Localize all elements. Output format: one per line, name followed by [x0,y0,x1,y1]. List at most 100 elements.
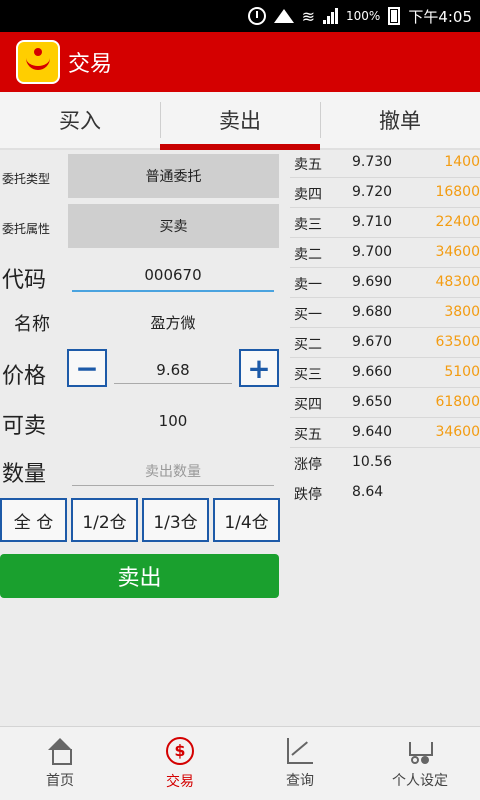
price-label: 价格 [2,364,47,389]
sellable-value: 100 [158,412,188,430]
quote-name: 买一 [294,307,322,323]
quote-name: 卖一 [294,277,322,293]
quote-volume: 48300 [435,274,480,290]
quote-volume: 1400 [444,154,480,170]
quote-row: 买三 9.660 5100 [290,358,480,388]
quote-row: 买四 9.650 61800 [290,388,480,418]
battery-percent: 100% [346,9,381,23]
order-attr-label: 委托属性 [2,222,51,236]
quote-name: 卖五 [294,157,322,173]
price-value: 9.68 [156,361,190,379]
nav-query[interactable]: 查询 [240,727,360,800]
quote-name: 卖三 [294,217,322,233]
quote-row: 卖一 9.690 48300 [290,268,480,298]
app-header: 交易 [0,32,480,92]
signal-icon [323,8,338,24]
position-quarter-button[interactable]: 1/4仓 [213,498,280,542]
cart-icon [405,738,435,764]
nav-trade[interactable]: $ 交易 [120,727,240,800]
order-attr-select[interactable]: 买卖 [68,204,279,248]
order-type-label: 委托类型 [2,172,51,186]
position-full-button[interactable]: 全 仓 [0,498,67,542]
stock-name: 盈方微 [150,314,196,332]
nav-home-label: 首页 [46,772,74,789]
image-icon [273,9,294,23]
app-logo-icon [16,40,60,84]
quote-name: 卖二 [294,247,322,263]
tab-buy[interactable]: 买入 [0,92,160,148]
quote-price: 9.700 [352,244,393,260]
quote-price: 9.650 [352,394,393,410]
quote-volume: 63500 [435,334,480,350]
wifi-icon: ≋ [301,6,315,26]
tab-cancel[interactable]: 撤单 [320,92,480,148]
price-decrease-button[interactable]: − [67,349,107,387]
quote-row: 买一 9.680 3800 [290,298,480,328]
sell-form: 委托类型 普通委托 委托属性 买卖 代码 000670 名称 盈方微 价格 − … [0,152,286,632]
alarm-icon [247,7,266,25]
tab-sell[interactable]: 卖出 [160,92,320,150]
quote-price: 9.720 [352,184,393,200]
quote-name: 买四 [294,397,322,413]
quote-name: 买三 [294,367,322,383]
quote-price: 9.660 [352,364,393,380]
limit-up-row: 涨停 10.56 [290,448,480,478]
nav-home[interactable]: 首页 [0,727,120,800]
limit-down-row: 跌停 8.64 [290,478,480,508]
quote-row: 买二 9.670 63500 [290,328,480,358]
sellable-label: 可卖 [2,414,47,439]
limit-down-price: 8.64 [352,484,384,500]
quote-volume: 61800 [435,394,480,410]
quote-price: 9.640 [352,424,393,440]
quote-row: 卖五 9.730 1400 [290,148,480,178]
limit-down-label: 跌停 [294,487,322,503]
trade-tabs: 买入 卖出 撤单 [0,92,480,150]
quote-volume: 34600 [435,424,480,440]
quote-row: 卖三 9.710 22400 [290,208,480,238]
quantity-label: 数量 [2,462,47,487]
quote-volume: 34600 [435,244,480,260]
quote-name: 卖四 [294,187,322,203]
position-third-button[interactable]: 1/3仓 [142,498,209,542]
status-bar: ≋ 100% 下午4:05 [0,0,480,32]
quote-name: 买二 [294,337,322,353]
quote-name: 买五 [294,427,322,443]
quote-volume: 22400 [435,214,480,230]
price-input[interactable]: 9.68 [114,352,232,384]
quantity-placeholder: 卖出数量 [145,464,201,480]
code-value: 000670 [144,266,202,284]
price-increase-button[interactable]: + [239,349,279,387]
status-icons: ≋ 100% 下午4:05 [247,0,472,32]
position-half-button[interactable]: 1/2仓 [71,498,138,542]
quote-price: 9.730 [352,154,393,170]
order-book: 卖五 9.730 1400 卖四 9.720 16800 卖三 9.710 22… [290,148,480,508]
bottom-nav: 首页 $ 交易 查询 个人设定 [0,726,480,800]
status-time: 下午4:05 [408,7,472,26]
nav-settings[interactable]: 个人设定 [360,727,480,800]
chart-icon [287,737,313,764]
nav-settings-label: 个人设定 [392,772,448,789]
name-label: 名称 [14,314,50,335]
code-input[interactable]: 000670 [72,260,274,292]
page-title: 交易 [68,52,113,77]
quote-price: 9.680 [352,304,393,320]
quote-volume: 3800 [444,304,480,320]
quote-volume: 5100 [444,364,480,380]
nav-trade-label: 交易 [166,773,194,790]
home-icon [47,737,73,765]
quote-price: 9.690 [352,274,393,290]
limit-up-price: 10.56 [352,454,393,470]
quote-price: 9.710 [352,214,393,230]
battery-icon [388,7,401,25]
order-type-select[interactable]: 普通委托 [68,154,279,198]
quote-row: 买五 9.640 34600 [290,418,480,448]
quantity-input[interactable]: 卖出数量 [72,454,274,486]
limit-up-label: 涨停 [294,457,322,473]
quote-row: 卖二 9.700 34600 [290,238,480,268]
nav-query-label: 查询 [286,772,314,789]
quote-volume: 16800 [435,184,480,200]
code-label: 代码 [2,268,47,293]
sell-submit-button[interactable]: 卖出 [0,554,279,598]
quote-row: 卖四 9.720 16800 [290,178,480,208]
quote-price: 9.670 [352,334,393,350]
